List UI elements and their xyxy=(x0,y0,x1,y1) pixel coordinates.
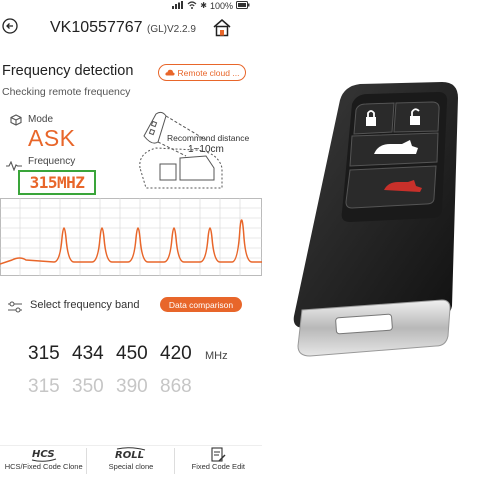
back-button[interactable] xyxy=(2,18,20,36)
tab-special-clone[interactable]: ROLL Special clone xyxy=(87,446,175,477)
tab-label: Special clone xyxy=(108,462,154,471)
panic-button xyxy=(345,165,437,209)
battery-icon xyxy=(236,0,250,11)
frequency-band-row: Select frequency band Data comparison xyxy=(0,296,262,316)
mode-label: Mode xyxy=(28,114,54,125)
tab-label: HCS/Fixed Code Clone xyxy=(4,462,83,471)
sliders-icon xyxy=(8,300,22,318)
band-unit: MHz xyxy=(205,350,228,362)
svg-text:HCS: HCS xyxy=(32,449,55,460)
band-option[interactable]: 315 xyxy=(28,343,69,365)
bottom-tab-bar: HCS HCS/Fixed Code Clone ROLL Special cl… xyxy=(0,445,262,477)
frequency-value: 315MHZ xyxy=(29,173,85,192)
edit-doc-icon xyxy=(175,446,262,463)
unlock-button xyxy=(393,101,440,133)
signal-waveform xyxy=(0,198,262,276)
mode-icon xyxy=(10,113,22,131)
status-bar: ✱ 100% xyxy=(172,0,250,11)
svg-text:ROLL: ROLL xyxy=(115,450,144,461)
battery-text: 100% xyxy=(209,0,233,11)
section-title: Frequency detection xyxy=(2,63,134,79)
lock-button xyxy=(353,102,395,135)
mode-value: ASK xyxy=(28,125,76,151)
remote-cloud-label: Remote cloud ... xyxy=(177,67,240,78)
band-option[interactable]: 450 xyxy=(116,343,157,365)
bluetooth-icon: ✱ xyxy=(200,1,207,10)
band-option[interactable]: 868 xyxy=(160,376,201,398)
band-option[interactable]: 350 xyxy=(72,376,113,398)
home-button[interactable] xyxy=(212,18,232,38)
frequency-label: Frequency xyxy=(28,156,76,167)
tab-label: Fixed Code Edit xyxy=(191,462,245,471)
page-title: VK10557767 (GL)V2.2.9 xyxy=(50,19,196,37)
signal-icon xyxy=(172,0,184,11)
band-options-row-1: 315 434 450 420 xyxy=(28,343,201,365)
recommend-distance-label: Recommend distance xyxy=(167,133,250,143)
band-option[interactable]: 420 xyxy=(160,343,201,365)
band-option[interactable]: 434 xyxy=(72,343,113,365)
recommend-distance-range: 1~10cm xyxy=(188,144,224,155)
band-options-row-2: 315 350 390 868 xyxy=(28,376,201,398)
wifi-icon xyxy=(187,0,197,11)
app-header: VK10557767 (GL)V2.2.9 xyxy=(0,14,262,44)
roll-icon: ROLL xyxy=(87,446,174,463)
device-id: VK10557767 xyxy=(50,19,143,36)
band-option[interactable]: 390 xyxy=(116,376,157,398)
hcs-icon: HCS xyxy=(0,446,87,463)
home-icon xyxy=(213,19,231,37)
phone-app-screen: ✱ 100% VK10557767 (GL)V2.2.9 Frequency d… xyxy=(0,0,262,476)
tab-hcs-clone[interactable]: HCS HCS/Fixed Code Clone xyxy=(0,446,88,477)
status-subtitle: Checking remote frequency xyxy=(2,86,131,98)
data-comparison-button[interactable]: Data comparison xyxy=(160,297,242,312)
cloud-icon xyxy=(164,69,175,76)
back-arrow-icon xyxy=(2,18,18,34)
tab-fixed-code-edit[interactable]: Fixed Code Edit xyxy=(175,446,262,477)
remote-cloud-button[interactable]: Remote cloud ... xyxy=(158,64,246,81)
car-key-fob-photo xyxy=(293,82,458,357)
app-version: (GL)V2.2.9 xyxy=(146,24,196,35)
frequency-highlight: 315MHZ xyxy=(18,170,96,195)
trunk-button xyxy=(349,132,439,167)
band-option[interactable]: 315 xyxy=(28,376,69,398)
select-band-label: Select frequency band xyxy=(30,299,140,311)
